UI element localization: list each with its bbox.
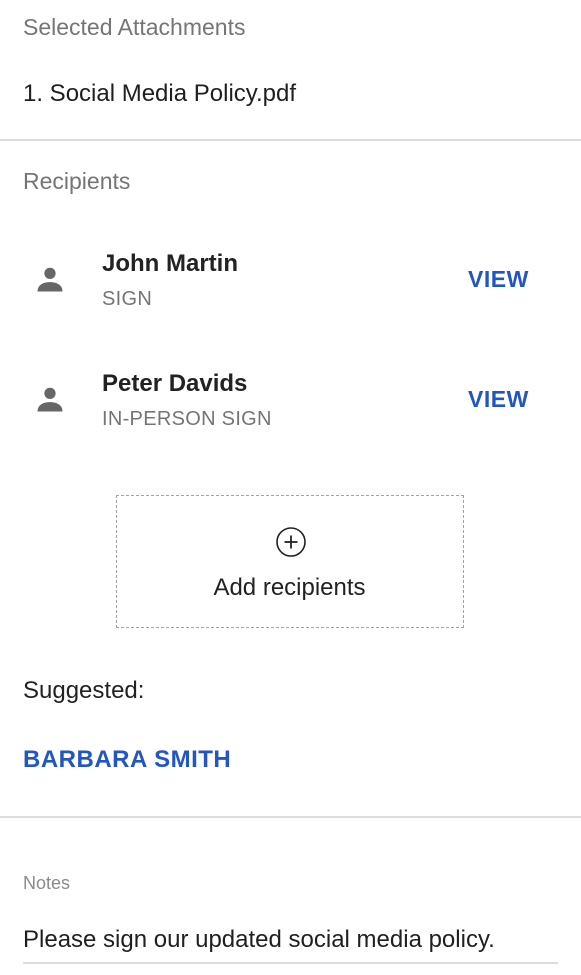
view-button[interactable]: VIEW [468, 386, 529, 413]
signing-request-screen: Selected Attachments 1. Social Media Pol… [0, 0, 581, 975]
person-icon [37, 267, 63, 292]
divider [0, 816, 581, 818]
add-recipients-button[interactable]: Add recipients [116, 495, 464, 628]
recipient-row: Peter Davids IN-PERSON SIGN VIEW [0, 368, 581, 448]
recipient-role: SIGN [102, 288, 153, 310]
person-icon [37, 387, 63, 412]
suggested-recipient-link[interactable]: BARBARA SMITH [23, 746, 231, 774]
notes-field[interactable] [23, 918, 558, 964]
attachments-heading: Selected Attachments [23, 14, 246, 40]
recipients-heading: Recipients [23, 168, 131, 194]
recipient-name: John Martin [102, 250, 238, 277]
notes-label: Notes [23, 873, 71, 893]
plus-circle-icon [276, 527, 306, 557]
recipient-row: John Martin SIGN VIEW [0, 248, 581, 328]
divider [0, 139, 581, 141]
suggested-label: Suggested: [23, 677, 145, 704]
recipient-name: Peter Davids [102, 370, 248, 397]
add-recipients-label: Add recipients [213, 574, 366, 601]
attachment-item[interactable]: 1. Social Media Policy.pdf [23, 80, 296, 108]
recipient-role: IN-PERSON SIGN [102, 408, 272, 430]
view-button[interactable]: VIEW [468, 266, 529, 293]
